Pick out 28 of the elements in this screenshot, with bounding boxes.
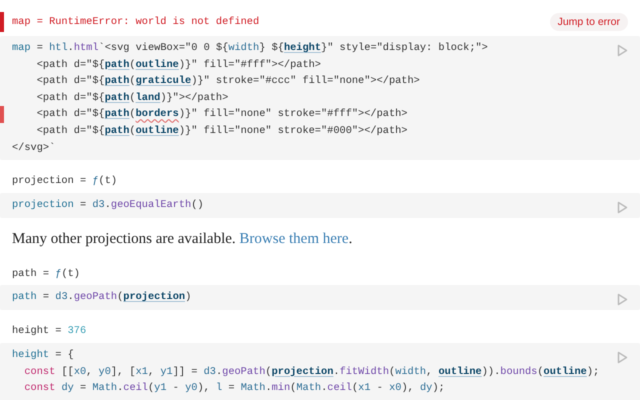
code-line: <path d="${path(graticule)}" stroke="#ccc" fill="none"></path>	[36, 75, 420, 88]
cell-output: projection = ƒ(t)	[12, 174, 118, 190]
cell-output: path = ƒ(t)	[12, 266, 80, 282]
code-line: path = d3.geoPath(projection)	[12, 291, 192, 304]
error-message: map = RuntimeError: world is not defined	[12, 14, 260, 30]
code-line: <path d="${path(outline)}" fill="none" stroke="#000"></path>	[36, 124, 408, 137]
code-line: <path d="${path(borders)}" fill="none" stroke="#fff"></path>	[36, 108, 408, 120]
run-icon[interactable]	[617, 200, 628, 214]
error-marker	[0, 12, 4, 32]
code-line: map = htl.html`<svg viewBox="0 0 ${width} ${height}" style="display: block;">	[12, 42, 488, 54]
run-icon[interactable]	[617, 350, 628, 364]
code-line: </svg>`	[12, 142, 56, 154]
code-cell[interactable]	[0, 36, 640, 160]
code-cell[interactable]: height = { const [[x0, y0], [x1, y1]] = d3.geoPath(projection.fitWidth(width, outline)).bounds(outline); const dy = Math.ceil(y1 - y0), l = Math.min(Math.ceil(x1 - x0), dy);	[0, 342, 640, 400]
code-line: projection = d3.geoEqualEarth()	[12, 198, 204, 211]
browse-link[interactable]: Browse them here	[239, 230, 349, 247]
code-cell[interactable]: projection = d3.geoEqualEarth()	[0, 192, 640, 218]
code-line: height = {	[12, 348, 74, 361]
run-icon[interactable]	[617, 293, 628, 306]
code-line: const dy = Math.ceil(y1 - y0), l = Math.min(Math.ceil(x1 - x0), dy);	[23, 382, 445, 394]
code-line: <path d="${path(outline)}" fill="#fff"></path>	[36, 58, 321, 71]
cell-output: height = 376	[12, 324, 86, 340]
code-line: <path d="${path(land)}"></path>	[36, 92, 228, 104]
code-line: const [[x0, y0], [x1, y1]] = d3.geoPath(projection.fitWidth(width, outline)).bounds(outline);	[23, 366, 600, 378]
code-cell[interactable]: path = d3.geoPath(projection)	[0, 285, 640, 310]
run-icon[interactable]	[617, 44, 628, 57]
paragraph: Many other projections are available. Browse them here.	[11, 230, 354, 249]
jump-to-error-button[interactable]: Jump to error	[550, 13, 628, 31]
